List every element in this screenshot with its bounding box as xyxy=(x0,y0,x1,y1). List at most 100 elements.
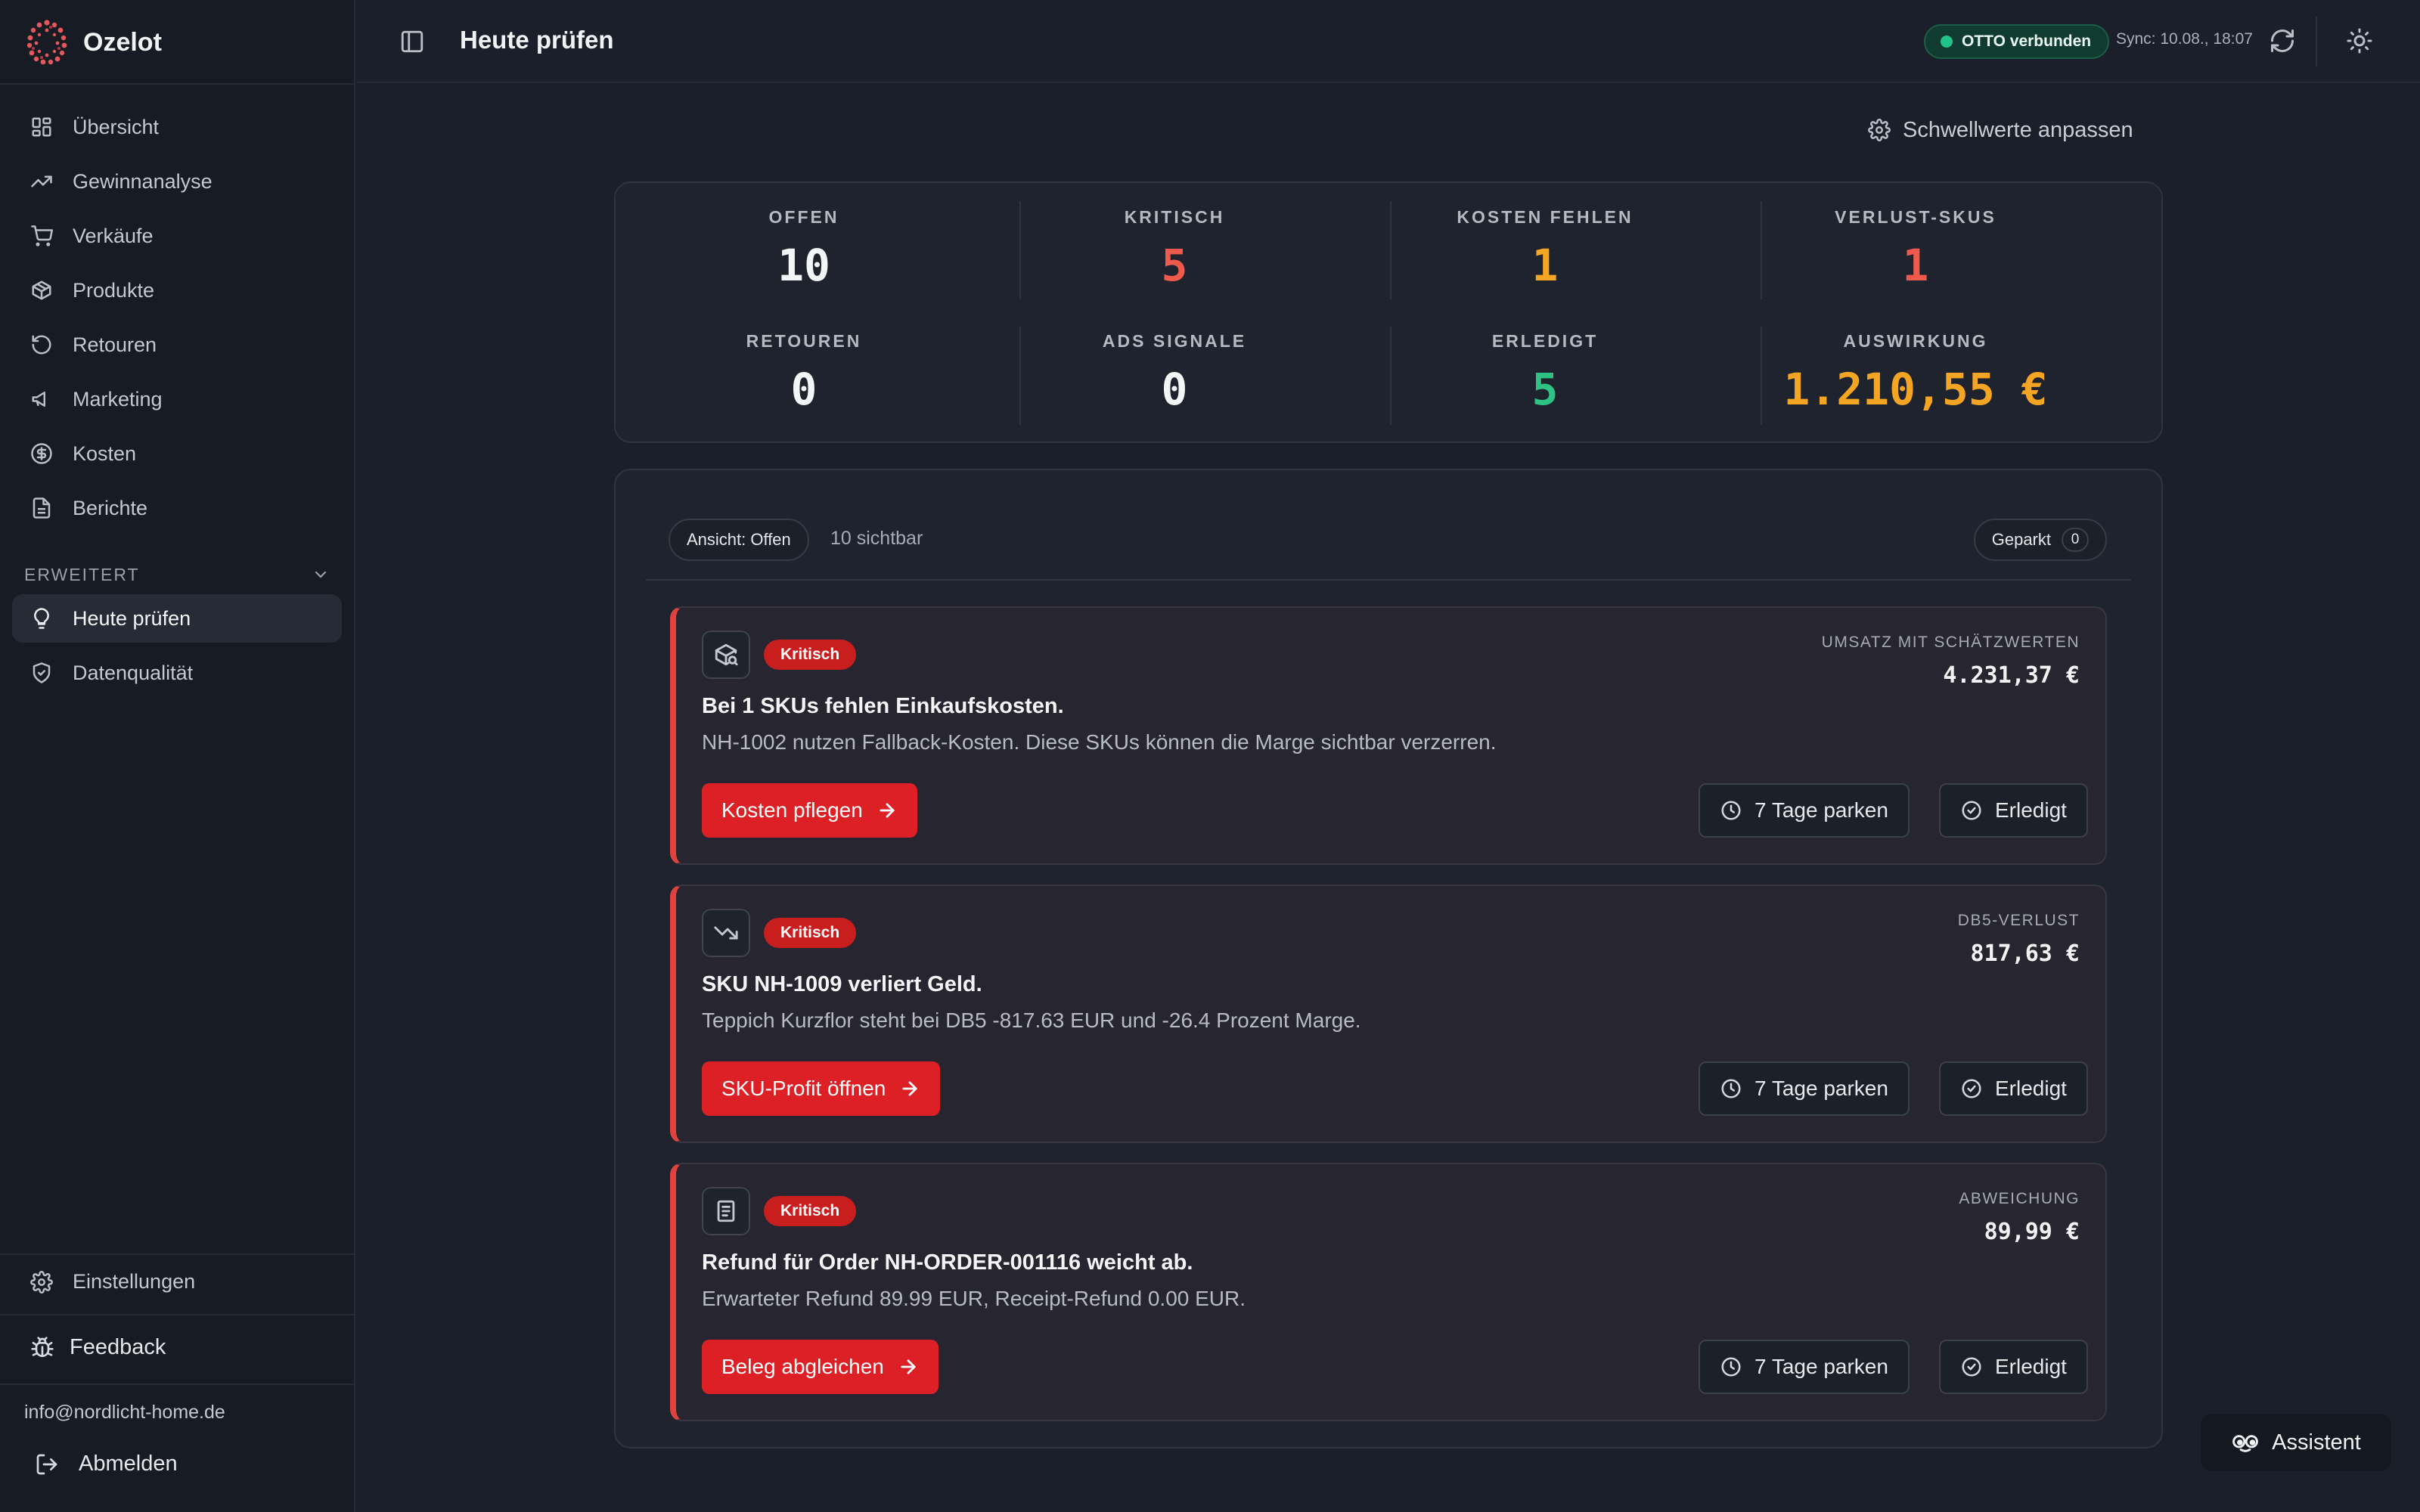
review-card: Kritisch Bei 1 SKUs fehlen Einkaufskoste… xyxy=(670,606,2107,865)
sidebar-divider xyxy=(0,1314,354,1315)
panel-divider xyxy=(646,579,2131,581)
park-label: 7 Tage parken xyxy=(1754,1077,1888,1100)
lightbulb-icon xyxy=(30,607,53,630)
stat-label: VERLUST-SKUS xyxy=(1835,207,1996,227)
logout-icon xyxy=(35,1452,59,1476)
check-circle-icon xyxy=(1960,799,1983,822)
sidebar-divider xyxy=(0,1383,354,1385)
page-title: Heute prüfen xyxy=(460,26,614,54)
stat-value: 10 xyxy=(777,240,830,291)
cart-icon xyxy=(30,225,53,247)
sidebar-item-label: Datenqualität xyxy=(73,661,194,684)
arrow-right-icon xyxy=(898,1356,919,1377)
done-label: Erledigt xyxy=(1995,798,2067,822)
trending-up-icon xyxy=(30,170,53,193)
sidebar-item-uebersicht[interactable]: Übersicht xyxy=(12,103,342,151)
sidebar-item-label: Übersicht xyxy=(73,115,160,138)
brand[interactable]: Ozelot xyxy=(26,17,162,68)
feedback-button[interactable]: Feedback xyxy=(30,1335,166,1360)
ozelot-logo-icon xyxy=(26,18,68,67)
stat-value: 5 xyxy=(1161,240,1188,291)
logout-label: Abmelden xyxy=(79,1452,178,1476)
user-email: info@nordlicht-home.de xyxy=(24,1402,225,1423)
done-button[interactable]: Erledigt xyxy=(1939,1340,2088,1394)
sidebar-item-berichte[interactable]: Berichte xyxy=(12,484,342,532)
done-button[interactable]: Erledigt xyxy=(1939,783,2088,838)
done-button[interactable]: Erledigt xyxy=(1939,1061,2088,1116)
card-description: Teppich Kurzflor steht bei DB5 -817.63 E… xyxy=(702,1009,1361,1032)
threshold-label: Schwellwerte anpassen xyxy=(1903,117,2133,142)
view-filter-chip[interactable]: Ansicht: Offen xyxy=(669,519,809,561)
topbar-divider xyxy=(2316,17,2317,67)
dollar-circle-icon xyxy=(30,442,53,465)
stats-summary: OFFEN 10 KRITISCH 5 KOSTEN FEHLEN 1 VERL… xyxy=(614,181,2163,443)
assistant-eyes-icon xyxy=(2231,1431,2260,1454)
park-7-days-button[interactable]: 7 Tage parken xyxy=(1699,783,1910,838)
settings-link[interactable]: Einstellungen xyxy=(30,1270,195,1294)
stat-kosten-fehlen: KOSTEN FEHLEN 1 xyxy=(1360,207,1730,291)
parked-filter-chip[interactable]: Geparkt 0 xyxy=(1973,519,2107,561)
threshold-settings-button[interactable]: Schwellwerte anpassen xyxy=(1868,113,2133,147)
settings-label: Einstellungen xyxy=(73,1270,196,1293)
section-toggle-erweitert[interactable]: ERWEITERT xyxy=(24,559,330,590)
sidebar-toggle-icon[interactable] xyxy=(399,29,425,54)
stat-label: ERLEDIGT xyxy=(1491,331,1599,351)
sidebar-divider xyxy=(0,1253,354,1255)
sidebar-item-label: Verkäufe xyxy=(73,224,154,247)
sidebar: Ozelot Übersicht Gewinnanalyse Verkäufe xyxy=(0,0,355,1512)
stat-divider xyxy=(1019,201,1021,299)
park-7-days-button[interactable]: 7 Tage parken xyxy=(1699,1340,1910,1394)
stat-ads-signale: ADS SIGNALE 0 xyxy=(989,331,1360,415)
refresh-icon[interactable] xyxy=(2269,27,2296,54)
sidebar-item-label: Marketing xyxy=(73,387,163,411)
stat-value: 1.210,55 € xyxy=(1783,364,2048,415)
stat-label: AUSWIRKUNG xyxy=(1843,331,1988,351)
maintain-costs-button[interactable]: Kosten pflegen xyxy=(702,783,917,838)
done-label: Erledigt xyxy=(1995,1355,2067,1378)
sidebar-item-produkte[interactable]: Produkte xyxy=(12,266,342,314)
stat-divider xyxy=(1761,327,1762,425)
assistant-button[interactable]: Assistent xyxy=(2201,1414,2391,1471)
reconcile-receipt-button[interactable]: Beleg abgleichen xyxy=(702,1340,939,1394)
open-sku-profit-button[interactable]: SKU-Profit öffnen xyxy=(702,1061,941,1116)
theme-sun-icon[interactable] xyxy=(2346,27,2373,54)
park-label: 7 Tage parken xyxy=(1754,1355,1888,1378)
sidebar-item-gewinnanalyse[interactable]: Gewinnanalyse xyxy=(12,157,342,206)
sidebar-divider xyxy=(0,83,354,85)
park-7-days-button[interactable]: 7 Tage parken xyxy=(1699,1061,1910,1116)
sidebar-item-label: Retouren xyxy=(73,333,157,356)
sidebar-item-marketing[interactable]: Marketing xyxy=(12,375,342,423)
card-title: SKU NH-1009 verliert Geld. xyxy=(702,972,982,996)
file-text-icon xyxy=(30,497,53,519)
receipt-icon xyxy=(702,1187,750,1235)
stat-label: OFFEN xyxy=(768,207,839,227)
package-search-icon xyxy=(702,631,750,679)
sidebar-item-kosten[interactable]: Kosten xyxy=(12,429,342,478)
stat-offen: OFFEN 10 xyxy=(619,207,989,291)
critical-badge: Kritisch xyxy=(764,640,857,670)
connection-status-badge: OTTO verbunden xyxy=(1924,24,2110,59)
arrow-right-icon xyxy=(899,1078,920,1099)
stat-auswirkung: AUSWIRKUNG 1.210,55 € xyxy=(1730,331,2101,415)
trending-down-icon xyxy=(702,909,750,957)
sidebar-item-heute-pruefen[interactable]: Heute prüfen xyxy=(12,594,342,643)
status-dot-icon xyxy=(1941,36,1953,48)
stat-label: KRITISCH xyxy=(1124,207,1225,227)
card-description: NH-1002 nutzen Fallback-Kosten. Diese SK… xyxy=(702,730,1497,754)
clock-icon xyxy=(1720,1077,1742,1100)
sidebar-item-verkaeufe[interactable]: Verkäufe xyxy=(12,212,342,260)
metric-label: ABWEICHUNG xyxy=(1959,1190,2080,1207)
logout-button[interactable]: Abmelden xyxy=(35,1452,178,1476)
arrow-right-icon xyxy=(876,800,898,821)
connection-status-label: OTTO verbunden xyxy=(1962,33,2092,50)
check-circle-icon xyxy=(1960,1356,1983,1378)
bug-icon xyxy=(30,1336,54,1360)
review-panel: Ansicht: Offen 10 sichtbar Geparkt 0 Kri… xyxy=(614,469,2163,1448)
sidebar-item-datenqualitaet[interactable]: Datenqualität xyxy=(12,649,342,697)
stat-retouren: RETOUREN 0 xyxy=(619,331,989,415)
stat-value: 5 xyxy=(1531,364,1559,415)
sidebar-item-label: Produkte xyxy=(73,278,155,302)
sidebar-item-retouren[interactable]: Retouren xyxy=(12,321,342,369)
sync-timestamp: Sync: 10.08., 18:07 xyxy=(2116,30,2253,48)
stat-value: 1 xyxy=(1531,240,1559,291)
